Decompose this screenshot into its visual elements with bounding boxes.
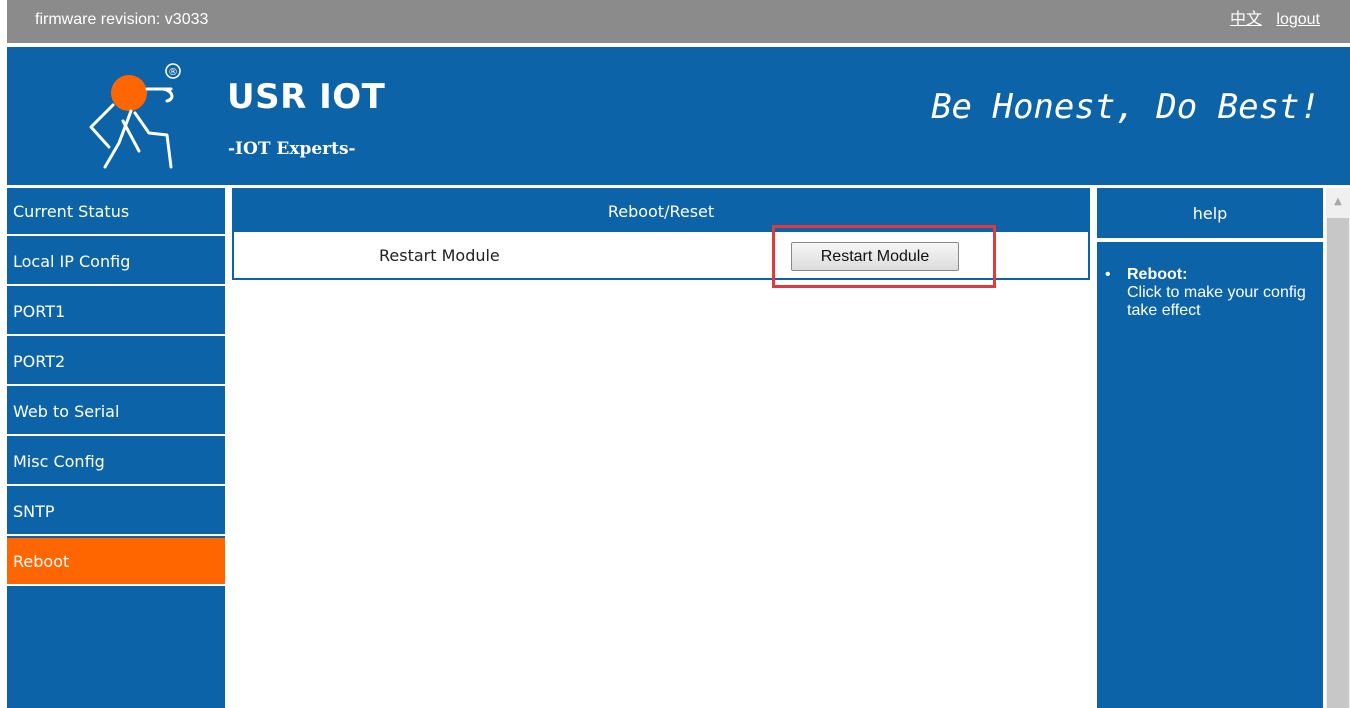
usr-iot-runner-logo-icon: ® xyxy=(89,63,181,169)
help-panel: Reboot: Click to make your config take e… xyxy=(1097,242,1323,708)
brand-name: USR IOT xyxy=(227,77,386,117)
help-list: Reboot: Click to make your config take e… xyxy=(1097,242,1323,320)
help-header: help xyxy=(1097,188,1323,238)
scroll-thumb[interactable] xyxy=(1327,218,1349,708)
sidebar-item-current-status[interactable]: Current Status xyxy=(7,188,225,236)
sidebar-item-sntp[interactable]: SNTP xyxy=(7,488,225,536)
top-bar: firmware revision: v3033 中文 logout xyxy=(7,0,1350,43)
panel-title: Reboot/Reset xyxy=(234,190,1088,232)
brand-tagline: -IOT Experts- xyxy=(228,139,356,159)
restart-module-label: Restart Module xyxy=(379,246,500,265)
page-frame: firmware revision: v3033 中文 logout ® USR… xyxy=(7,0,1350,708)
language-link[interactable]: 中文 xyxy=(1230,11,1262,28)
vertical-scrollbar[interactable]: ▲ xyxy=(1326,188,1350,708)
help-item: Reboot: Click to make your config take e… xyxy=(1105,266,1323,320)
logout-link[interactable]: logout xyxy=(1276,11,1320,28)
scroll-up-arrow-icon[interactable]: ▲ xyxy=(1326,188,1350,216)
restart-module-button[interactable]: Restart Module xyxy=(791,242,959,271)
sidebar-item-misc-config[interactable]: Misc Config xyxy=(7,438,225,486)
help-item-title: Reboot: xyxy=(1127,266,1188,283)
sidebar-item-web-to-serial[interactable]: Web to Serial xyxy=(7,388,225,436)
registered-mark: ® xyxy=(168,67,178,78)
sidebar-item-reboot[interactable]: Reboot xyxy=(7,538,225,586)
top-links: 中文 logout xyxy=(1230,10,1320,30)
sidebar-item-port1[interactable]: PORT1 xyxy=(7,288,225,336)
firmware-revision: firmware revision: v3033 xyxy=(35,11,209,28)
site-header: ® USR IOT -IOT Experts- Be Honest, Do Be… xyxy=(7,47,1350,185)
sidebar-item-local-ip-config[interactable]: Local IP Config xyxy=(7,238,225,286)
sidebar-item-port2[interactable]: PORT2 xyxy=(7,338,225,386)
sidebar: Current Status Local IP Config PORT1 POR… xyxy=(7,188,225,708)
reboot-panel: Reboot/Reset Restart Module Restart Modu… xyxy=(232,188,1090,280)
slogan: Be Honest, Do Best! xyxy=(931,87,1320,127)
help-item-text: Click to make your config take effect xyxy=(1127,284,1306,319)
